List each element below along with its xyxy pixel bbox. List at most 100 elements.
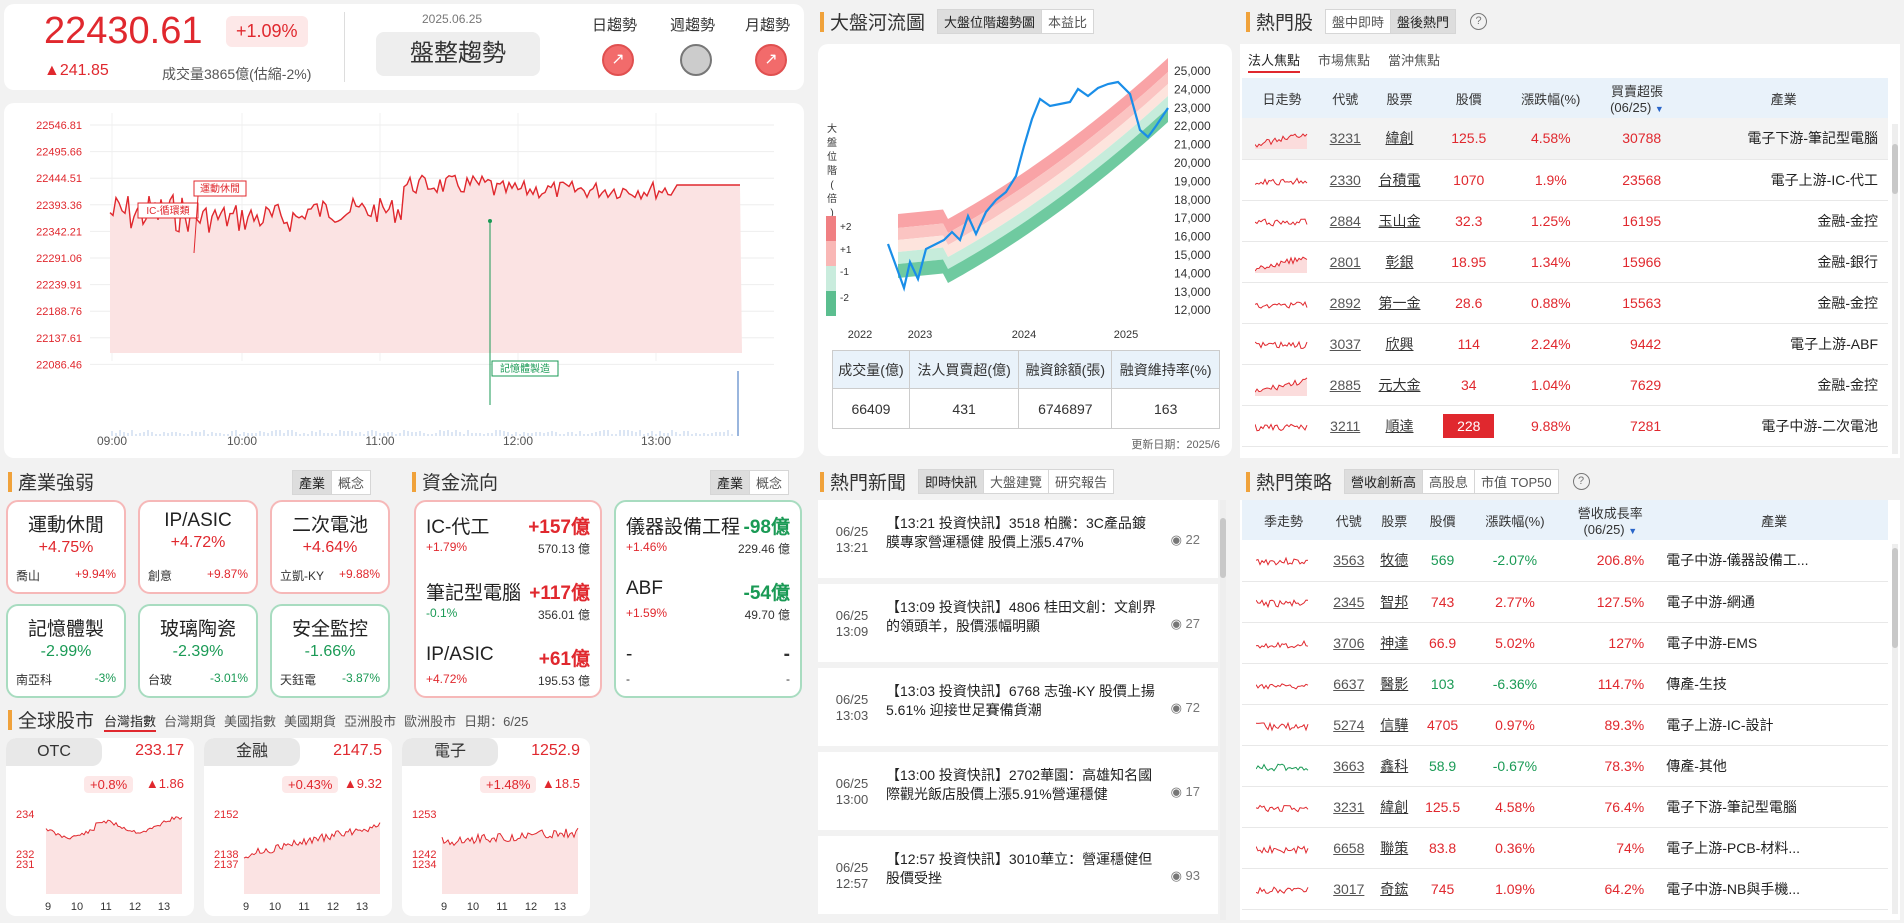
tab-global-us-index[interactable]: 美國指數 [224, 711, 276, 732]
month-trend-up-icon[interactable]: ↗ [755, 44, 787, 76]
strategy-row-stock[interactable]: 神達 [1372, 622, 1416, 664]
tab-global-asia[interactable]: 亞洲股市 [344, 711, 396, 732]
strategy-row-stock[interactable]: 奇鋐 [1372, 868, 1416, 910]
strategy-row-stock[interactable]: 醫影 [1372, 663, 1416, 705]
tab-global-tw-index[interactable]: 台灣指數 [104, 711, 157, 732]
strategy-scrollbar[interactable] [1892, 544, 1898, 914]
strategy-row-stock[interactable]: 聯策 [1372, 827, 1416, 869]
global-card[interactable]: 電子 1252.9 +1.48% ▲18.5 1253 1242 1234 9 10 11 12 13 [402, 738, 590, 916]
tab-hot-realtime[interactable]: 盤中即時 [1326, 10, 1392, 33]
tab-news-research[interactable]: 研究報告 [1049, 470, 1114, 493]
strategy-row-code[interactable]: 6658 [1324, 827, 1373, 869]
hot-row-code[interactable]: 2885 [1322, 364, 1369, 406]
hot-row-stock[interactable]: 順達 [1368, 405, 1431, 447]
hot-row-code[interactable]: 2884 [1322, 200, 1369, 242]
strategy-row-code[interactable]: 3706 [1324, 622, 1373, 664]
hot-row[interactable]: 2330 台積電 1070 1.9% 23568 電子上游-IC-代工 [1242, 159, 1888, 201]
industry-card[interactable]: 玻璃陶瓷 -2.39% 台玻 -3.01% [138, 604, 258, 698]
strat-th-growth[interactable]: 營收成長率 (06/25) ▼ [1560, 500, 1661, 540]
tab-global-europe[interactable]: 歐洲股市 [404, 711, 456, 732]
help-icon[interactable]: ? [1470, 13, 1488, 30]
hot-row-stock[interactable]: 元大金 [1368, 364, 1431, 406]
tab-river-pe[interactable]: 本益比 [1042, 10, 1094, 33]
tab-fund-concept[interactable]: 概念 [750, 471, 789, 494]
strategy-row[interactable]: 3563 牧德 569 -2.07% 206.8% 電子中游-儀器設備工... [1242, 540, 1888, 582]
subtab-inst[interactable]: 法人焦點 [1248, 50, 1301, 73]
strategy-row-stock[interactable]: 緯創 [1372, 786, 1416, 828]
strategy-row-code[interactable]: 3231 [1324, 786, 1373, 828]
news-item[interactable]: 06/25 13:03 【13:03 投資快訊】6768 志強-KY 股價上揚 5.… [818, 668, 1218, 746]
strategy-row-code[interactable]: 5274 [1324, 704, 1373, 746]
tab-hot-after[interactable]: 盤後熱門 [1391, 10, 1456, 33]
strategy-row[interactable]: 3017 奇鋐 745 1.09% 64.2% 電子中游-NB與手機... [1242, 868, 1888, 910]
strategy-row-code[interactable]: 3017 [1324, 868, 1373, 910]
hot-row-stock[interactable]: 台積電 [1368, 159, 1431, 201]
global-card[interactable]: OTC 233.17 +0.8% ▲1.86 234 232 231 9 10 11 12 13 [6, 738, 194, 916]
hot-row-code[interactable]: 3037 [1322, 323, 1369, 365]
fund-row[interactable]: IP/ASIC +61億 +4.72% 195.53 億 [426, 634, 590, 694]
news-item-title[interactable]: 【13:00 投資快訊】2702華園：高雄知名國際觀光飯店股價上漲5.91%營運… [886, 766, 1156, 804]
hot-row-stock[interactable]: 欣興 [1368, 323, 1431, 365]
news-item[interactable]: 06/25 13:00 【13:00 投資快訊】2702華園：高雄知名國際觀光飯店股… [818, 752, 1218, 830]
strategy-help-icon[interactable]: ? [1572, 473, 1590, 490]
strategy-row-stock[interactable]: 智邦 [1372, 581, 1416, 623]
tab-strategy-dividend[interactable]: 高股息 [1423, 470, 1476, 493]
fund-row[interactable]: IC-代工 +157億 +1.79% 570.13 億 [426, 502, 590, 562]
industry-card[interactable]: 運動休閒 +4.75% 喬山 +9.94% [6, 500, 126, 594]
tab-global-us-futures[interactable]: 美國期貨 [284, 711, 336, 732]
industry-card[interactable]: 安全監控 -1.66% 天鈺電 -3.87% [270, 604, 390, 698]
industry-card[interactable]: IP/ASIC +4.72% 創意 +9.87% [138, 500, 258, 594]
fund-row[interactable]: ABF -54億 +1.59% 49.70 億 [626, 568, 790, 628]
hot-row[interactable]: 2892 第一金 28.6 0.88% 15563 金融-金控 [1242, 282, 1888, 324]
hot-row[interactable]: 2885 元大金 34 1.04% 7629 金融-金控 [1242, 364, 1888, 406]
strategy-row[interactable]: 3231 緯創 125.5 4.58% 76.4% 電子下游-筆記型電腦 [1242, 786, 1888, 828]
strategy-row-code[interactable]: 3663 [1324, 745, 1373, 787]
tab-fund-sector[interactable]: 產業 [711, 471, 751, 494]
news-item[interactable]: 06/25 13:21 【13:21 投資快訊】3518 柏騰：3C產品鍍膜專家營運… [818, 500, 1218, 578]
day-trend-up-icon[interactable]: ↗ [602, 44, 634, 76]
strategy-row[interactable]: 5274 信驊 4705 0.97% 89.3% 電子上游-IC-設計 [1242, 704, 1888, 746]
strategy-row-code[interactable]: 2345 [1324, 581, 1373, 623]
strategy-row[interactable]: 3663 鑫科 58.9 -0.67% 78.3% 傳產-其他 [1242, 745, 1888, 787]
subtab-daytrade[interactable]: 當沖焦點 [1388, 50, 1440, 73]
fund-row[interactable]: 儀器設備工程 -98億 +1.46% 229.46 億 [626, 502, 790, 562]
tab-news-market[interactable]: 大盤建覽 [984, 470, 1050, 493]
strategy-row-stock[interactable]: 鑫科 [1372, 745, 1416, 787]
hot-row-stock[interactable]: 第一金 [1368, 282, 1431, 324]
strategy-row-stock[interactable]: 牧德 [1372, 540, 1416, 582]
strategy-row-code[interactable]: 6637 [1324, 663, 1373, 705]
hot-row[interactable]: 3037 欣興 114 2.24% 9442 電子上游-ABF [1242, 323, 1888, 365]
hot-th-net[interactable]: 買賣超張 (06/25) ▼ [1594, 78, 1680, 118]
tab-industry-sector[interactable]: 產業 [293, 471, 333, 494]
hot-scrollbar[interactable] [1892, 124, 1898, 454]
tab-strategy-top50[interactable]: 市值 TOP50 [1475, 470, 1558, 493]
news-item-title[interactable]: 【13:09 投資快訊】4806 桂田文創：文創界的領頭羊，股價漲幅明顯 [886, 598, 1156, 636]
tab-strategy-revenue[interactable]: 營收創新高 [1345, 470, 1424, 493]
hot-row-code[interactable]: 3231 [1322, 118, 1369, 160]
industry-card[interactable]: 記憶體製 -2.99% 南亞科 -3% [6, 604, 126, 698]
tab-global-tw-futures[interactable]: 台灣期貨 [164, 711, 216, 732]
subtab-market[interactable]: 市場焦點 [1318, 50, 1370, 73]
hot-row[interactable]: 3231 緯創 125.5 4.58% 30788 電子下游-筆記型電腦 [1242, 118, 1888, 160]
fund-row[interactable]: 筆記型電腦 +117億 -0.1% 356.01 億 [426, 568, 590, 628]
hot-row[interactable]: 3211 順達 228 9.88% 7281 電子中游-二次電池 [1242, 405, 1888, 447]
hot-row[interactable]: 2801 彰銀 18.95 1.34% 15966 金融-銀行 [1242, 241, 1888, 283]
industry-card[interactable]: 二次電池 +4.64% 立凱-KY +9.88% [270, 500, 390, 594]
strategy-row-code[interactable]: 3563 [1324, 540, 1373, 582]
hot-row[interactable]: 2884 玉山金 32.3 1.25% 16195 金融-金控 [1242, 200, 1888, 242]
hot-row-code[interactable]: 2330 [1322, 159, 1369, 201]
week-trend-neutral-icon[interactable] [680, 44, 712, 76]
strategy-row[interactable]: 6637 醫影 103 -6.36% 114.7% 傳產-生技 [1242, 663, 1888, 705]
hot-row-code[interactable]: 2801 [1322, 241, 1369, 283]
hot-row-stock[interactable]: 玉山金 [1368, 200, 1431, 242]
tab-news-flash[interactable]: 即時快訊 [919, 470, 985, 493]
news-item[interactable]: 06/25 13:09 【13:09 投資快訊】4806 桂田文創：文創界的領頭羊，… [818, 584, 1218, 662]
news-item-title[interactable]: 【13:03 投資快訊】6768 志強-KY 股價上揚 5.61% 迎接世足賽備… [886, 682, 1156, 720]
news-scrollbar[interactable] [1220, 500, 1226, 920]
news-item[interactable]: 06/25 12:57 【12:57 投資快訊】3010華立：營運穩健但股價受挫 ◉ … [818, 836, 1218, 914]
strategy-row[interactable]: 6658 聯策 83.8 0.36% 74% 電子上游-PCB-材料... [1242, 827, 1888, 869]
strategy-row[interactable]: 2345 智邦 743 2.77% 127.5% 電子中游-網通 [1242, 581, 1888, 623]
hot-row-code[interactable]: 2892 [1322, 282, 1369, 324]
strategy-row[interactable]: 3706 神達 66.9 5.02% 127% 電子中游-EMS [1242, 622, 1888, 664]
strategy-row-stock[interactable]: 信驊 [1372, 704, 1416, 746]
